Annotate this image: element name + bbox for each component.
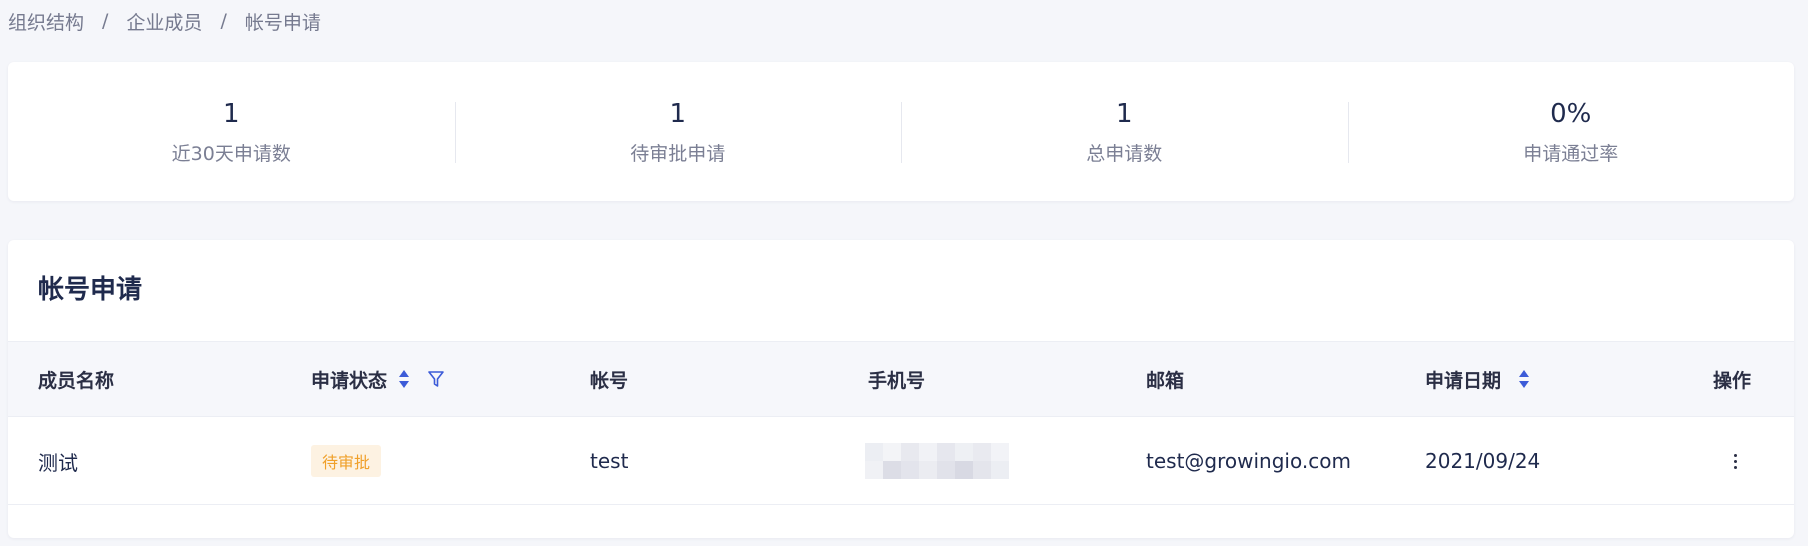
- stat-value: 1: [669, 99, 687, 129]
- column-header-date: 申请日期: [1425, 342, 1531, 416]
- card-title: 帐号申请: [38, 275, 143, 305]
- column-header-status: 申请状态: [311, 342, 445, 416]
- column-header-label: 申请状态: [311, 369, 388, 392]
- breadcrumb-separator: /: [220, 10, 227, 32]
- column-header-action: 操作: [1713, 342, 1751, 416]
- stat-label: 待审批申请: [630, 143, 726, 165]
- column-header-label: 帐号: [590, 369, 629, 392]
- cell-email: test@growingio.com: [1146, 449, 1351, 473]
- filter-icon[interactable]: [427, 369, 445, 389]
- stat-approval-rate: 0% 申请通过率: [1347, 62, 1795, 201]
- column-header-name: 成员名称: [38, 342, 114, 416]
- stat-total: 1 总申请数: [901, 62, 1348, 201]
- column-header-email: 邮箱: [1146, 342, 1184, 416]
- column-header-label: 成员名称: [38, 369, 115, 392]
- cell-date: 2021/09/24: [1425, 449, 1541, 473]
- cell-status: 待审批: [311, 417, 382, 505]
- breadcrumb-members[interactable]: 企业成员: [126, 8, 202, 35]
- breadcrumb-separator: /: [102, 10, 109, 32]
- table-row: 测试 待审批 test test@growingio.com 2021/09/2…: [8, 417, 1794, 505]
- column-header-label: 邮箱: [1146, 369, 1185, 392]
- stat-value: 1: [1115, 99, 1133, 129]
- stat-recent-30-days: 1 近30天申请数: [8, 62, 455, 201]
- status-badge: 待审批: [311, 445, 382, 477]
- stat-pending: 1 待审批申请: [454, 62, 902, 201]
- column-header-label: 申请日期: [1425, 369, 1502, 392]
- stat-label: 总申请数: [1086, 143, 1163, 165]
- stats-card: 1 近30天申请数 1 待审批申请 1 总申请数 0% 申请通过率: [8, 62, 1794, 201]
- stat-label: 近30天申请数: [171, 143, 291, 165]
- table-header: 成员名称 申请状态 帐号 手机号 邮箱 申请日期 操作: [8, 341, 1794, 417]
- cell-action: [1728, 417, 1743, 505]
- masked-phone-number: [865, 443, 1009, 479]
- column-header-label: 手机号: [868, 369, 926, 392]
- breadcrumb-account-request: 帐号申请: [244, 11, 321, 34]
- cell-phone: [865, 417, 1009, 505]
- stat-value: 0%: [1550, 99, 1592, 129]
- sort-icon[interactable]: [397, 368, 411, 390]
- more-vertical-icon[interactable]: [1728, 450, 1743, 473]
- cell-member-name: 测试: [38, 450, 78, 475]
- breadcrumb: 组织结构 / 企业成员 / 帐号申请: [8, 6, 321, 36]
- column-header-label: 操作: [1713, 369, 1752, 392]
- stat-value: 1: [222, 99, 240, 129]
- breadcrumb-org-structure[interactable]: 组织结构: [8, 8, 84, 35]
- account-request-table-card: 帐号申请 成员名称 申请状态 帐号 手机号 邮箱 申请日期 操作 测试 待审批 …: [8, 240, 1794, 538]
- cell-account: test: [590, 449, 629, 473]
- column-header-account: 帐号: [590, 342, 628, 416]
- stat-label: 申请通过率: [1523, 143, 1619, 165]
- column-header-phone: 手机号: [868, 342, 925, 416]
- sort-icon[interactable]: [1517, 368, 1531, 390]
